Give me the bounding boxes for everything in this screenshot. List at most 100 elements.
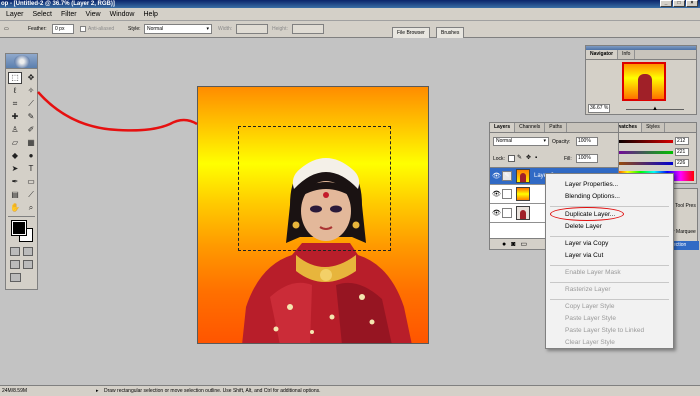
navigator-preview[interactable] bbox=[622, 62, 666, 101]
shape-tool-icon[interactable]: ▭ bbox=[24, 176, 38, 188]
menu-item-layer-via-copy[interactable]: Layer via Copy bbox=[546, 238, 673, 250]
adobe-online-icon[interactable] bbox=[14, 55, 30, 68]
menu-separator bbox=[550, 282, 669, 283]
crop-tool-icon[interactable]: ⌗ bbox=[8, 98, 22, 110]
maximize-button[interactable]: □ bbox=[673, 0, 685, 7]
height-label: Height: bbox=[272, 26, 288, 32]
jump-to-imageready-button[interactable] bbox=[10, 273, 21, 282]
brush-lock-icon[interactable]: ✎ bbox=[517, 155, 524, 162]
menu-filter[interactable]: Filter bbox=[61, 11, 77, 18]
rect-marquee-tool-icon[interactable]: ⬚ bbox=[8, 72, 22, 84]
style-label: Style: bbox=[128, 26, 141, 32]
standard-mode-button[interactable] bbox=[10, 247, 20, 256]
tab-channels[interactable]: Channels bbox=[515, 123, 546, 132]
red-value-input[interactable]: 212 bbox=[675, 137, 689, 145]
folder-icon[interactable]: ▭ bbox=[520, 240, 527, 248]
tab-paths[interactable]: Paths bbox=[545, 123, 568, 132]
feather-input[interactable]: 0 px bbox=[52, 24, 74, 34]
close-button[interactable]: × bbox=[686, 0, 698, 7]
healing-brush-icon[interactable]: ✚ bbox=[8, 111, 22, 123]
opacity-label: Opacity: bbox=[552, 139, 571, 145]
blur-tool-icon[interactable]: ◆ bbox=[8, 150, 22, 162]
menu-item-blending-options[interactable]: Blending Options... bbox=[546, 191, 673, 203]
chevron-down-icon: ▾ bbox=[206, 26, 209, 32]
zoom-tool-icon[interactable]: ⌕ bbox=[24, 202, 38, 214]
antialiased-checkbox[interactable] bbox=[80, 26, 86, 32]
hand-tool-icon[interactable]: ✋ bbox=[8, 202, 22, 214]
path-select-icon[interactable]: ➤ bbox=[8, 163, 22, 175]
slice-tool-icon[interactable]: ⟋ bbox=[24, 98, 38, 110]
menu-item-paste-layer-style-linked[interactable]: Paste Layer Style to Linked bbox=[546, 325, 673, 337]
tab-navigator[interactable]: Navigator bbox=[586, 50, 619, 59]
menu-view[interactable]: View bbox=[86, 11, 101, 18]
pen-tool-icon[interactable]: ✒ bbox=[8, 176, 22, 188]
menu-item-clear-layer-style[interactable]: Clear Layer Style bbox=[546, 337, 673, 349]
minimize-button[interactable]: _ bbox=[660, 0, 672, 7]
red-slider[interactable]: 212 bbox=[616, 137, 689, 145]
tab-layers[interactable]: Layers bbox=[490, 123, 516, 132]
link-slot[interactable] bbox=[502, 189, 512, 199]
menu-help[interactable]: Help bbox=[144, 11, 158, 18]
move-lock-icon[interactable]: ✥ bbox=[526, 155, 533, 162]
lock-all-icon[interactable]: ▪ bbox=[535, 155, 542, 162]
green-value-input[interactable]: 221 bbox=[675, 148, 689, 156]
menu-item-delete-layer[interactable]: Delete Layer bbox=[546, 221, 673, 233]
menu-select[interactable]: Select bbox=[33, 11, 52, 18]
clone-stamp-icon[interactable]: ♙ bbox=[8, 124, 22, 136]
notes-tool-icon[interactable]: ▤ bbox=[8, 189, 22, 201]
tab-brushes[interactable]: Brushes bbox=[436, 27, 465, 38]
eye-icon[interactable]: 👁 bbox=[492, 172, 501, 180]
eraser-tool-icon[interactable]: ▱ bbox=[8, 137, 22, 149]
brush-tool-icon[interactable]: ✎ bbox=[24, 111, 38, 123]
layer-style-icon[interactable]: ● bbox=[502, 241, 506, 248]
menu-window[interactable]: Window bbox=[110, 11, 135, 18]
type-tool-icon[interactable]: T bbox=[24, 163, 38, 175]
mask-icon[interactable]: ◙ bbox=[511, 241, 515, 248]
style-select[interactable]: Normal ▾ bbox=[144, 24, 212, 34]
tab-file-browser[interactable]: File Browser bbox=[392, 27, 430, 38]
menu-item-paste-layer-style[interactable]: Paste Layer Style bbox=[546, 313, 673, 325]
slider-thumb-icon[interactable]: ▲ bbox=[652, 106, 658, 112]
blue-value-input[interactable]: 226 bbox=[675, 159, 689, 167]
opacity-input[interactable]: 100% bbox=[576, 137, 598, 146]
toolbox-header[interactable] bbox=[6, 54, 37, 69]
fill-input[interactable]: 100% bbox=[576, 154, 598, 163]
navigator-zoom-input[interactable]: 36.67 % bbox=[588, 104, 610, 113]
menu-item-layer-via-cut[interactable]: Layer via Cut bbox=[546, 250, 673, 262]
move-tool-icon[interactable]: ✥ bbox=[24, 72, 38, 84]
tab-info[interactable]: Info bbox=[618, 50, 636, 59]
navigator-zoom-slider[interactable]: ▲ bbox=[620, 106, 690, 112]
quick-mask-button[interactable] bbox=[23, 247, 33, 256]
blend-mode-select[interactable]: Normal ▾ bbox=[493, 137, 549, 146]
screen-mode-full-menu[interactable] bbox=[23, 260, 33, 269]
blue-slider[interactable]: 226 bbox=[616, 159, 689, 167]
gradient-tool-icon[interactable]: ▦ bbox=[24, 137, 38, 149]
menu-layer[interactable]: Layer bbox=[6, 11, 24, 18]
menu-separator bbox=[550, 206, 669, 207]
magic-wand-tool-icon[interactable]: ✧ bbox=[24, 85, 38, 97]
foreground-color-swatch[interactable] bbox=[11, 220, 27, 236]
eye-icon[interactable]: 👁 bbox=[492, 209, 501, 217]
menu-item-copy-layer-style[interactable]: Copy Layer Style bbox=[546, 301, 673, 313]
highlight-circle bbox=[550, 207, 624, 221]
menu-item-layer-properties[interactable]: Layer Properties... bbox=[546, 179, 673, 191]
menu-item-enable-layer-mask[interactable]: Enable Layer Mask bbox=[546, 267, 673, 279]
width-input[interactable] bbox=[236, 24, 268, 34]
dodge-tool-icon[interactable]: ● bbox=[24, 150, 38, 162]
tool-grid: ⬚ ✥ ℓ ✧ ⌗ ⟋ ✚ ✎ ♙ ✐ ▱ ▦ ◆ ● ➤ T ✒ ▭ ▤ ⟋ … bbox=[6, 69, 37, 214]
link-slot[interactable] bbox=[502, 208, 512, 218]
screen-mode-standard[interactable] bbox=[10, 260, 20, 269]
lock-transparency-checkbox[interactable] bbox=[508, 155, 515, 162]
history-brush-icon[interactable]: ✐ bbox=[24, 124, 38, 136]
marquee-tool-preset-icon[interactable]: ▭ bbox=[4, 26, 9, 32]
navigator-header[interactable] bbox=[586, 46, 696, 50]
status-arrow-icon[interactable]: ▸ bbox=[96, 386, 99, 396]
eyedropper-icon[interactable]: ⟋ bbox=[24, 189, 38, 201]
green-slider[interactable]: 221 bbox=[616, 148, 689, 156]
brush-icon[interactable]: ✎ bbox=[502, 171, 512, 181]
tab-styles[interactable]: Styles bbox=[642, 123, 665, 132]
eye-icon[interactable]: 👁 bbox=[492, 190, 501, 198]
menu-item-rasterize-layer[interactable]: Rasterize Layer bbox=[546, 284, 673, 296]
height-input[interactable] bbox=[292, 24, 324, 34]
lasso-tool-icon[interactable]: ℓ bbox=[8, 85, 22, 97]
